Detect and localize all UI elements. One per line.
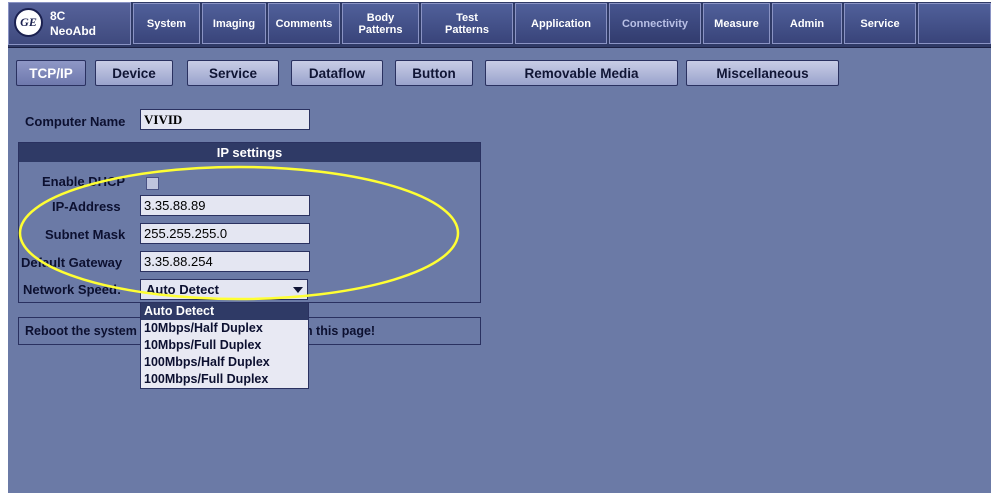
chevron-down-icon[interactable] [293,287,303,293]
subtab-device[interactable]: Device [95,60,173,86]
ip-address-field[interactable]: 3.35.88.89 [140,195,310,216]
network-speed-label: Network Speed: [23,282,122,297]
subnet-mask-label: Subnet Mask [45,227,126,242]
network-speed-dropdown[interactable]: Auto Detect 10Mbps/Half Duplex 10Mbps/Fu… [140,302,309,389]
tab-connectivity[interactable]: Connectivity [609,3,701,44]
dropdown-option-100-full[interactable]: 100Mbps/Full Duplex [141,371,308,388]
enable-dhcp-checkbox[interactable] [146,177,159,190]
enable-dhcp-label: Enable DHCP [42,174,126,189]
dropdown-option-10-full[interactable]: 10Mbps/Full Duplex [141,337,308,354]
tab-comments[interactable]: Comments [268,3,340,44]
dropdown-option-auto-detect[interactable]: Auto Detect [141,303,308,320]
computer-name-label: Computer Name [25,114,126,129]
tab-service[interactable]: Service [844,3,916,44]
subtab-miscellaneous[interactable]: Miscellaneous [686,60,839,86]
subnet-mask-field[interactable]: 255.255.255.0 [140,223,310,244]
tab-measure[interactable]: Measure [703,3,770,44]
probe-preset: NeoAbd [50,24,96,38]
tab-imaging[interactable]: Imaging [202,3,266,44]
ip-settings-header: IP settings [19,143,480,162]
network-speed-select[interactable]: Auto Detect [140,279,308,300]
probe-indicator: GE 8C NeoAbd [8,2,131,45]
computer-name-field[interactable]: VIVID [140,109,310,130]
subtab-removable-media[interactable]: Removable Media [485,60,678,86]
dropdown-option-10-half[interactable]: 10Mbps/Half Duplex [141,320,308,337]
tab-system[interactable]: System [133,3,200,44]
tab-application[interactable]: Application [515,3,607,44]
tab-empty [918,3,991,44]
dropdown-option-100-half[interactable]: 100Mbps/Half Duplex [141,354,308,371]
app-window: GE 8C NeoAbd System Imaging Comments Bod… [8,2,991,493]
ge-logo-icon: GE [14,8,43,37]
tab-admin[interactable]: Admin [772,3,842,44]
subtab-dataflow[interactable]: Dataflow [291,60,383,86]
default-gateway-field[interactable]: 3.35.88.254 [140,251,310,272]
top-tab-bar: GE 8C NeoAbd System Imaging Comments Bod… [8,2,991,48]
tab-test-patterns[interactable]: Test Patterns [421,3,513,44]
subtab-button[interactable]: Button [395,60,473,86]
probe-name: 8C [50,9,66,23]
subtab-service[interactable]: Service [187,60,279,86]
subtab-tcpip[interactable]: TCP/IP [16,60,86,86]
tab-body-patterns[interactable]: Body Patterns [342,3,419,44]
network-speed-value: Auto Detect [146,282,219,297]
ip-address-label: IP-Address [52,199,121,214]
default-gateway-label: Default Gateway [21,255,123,270]
